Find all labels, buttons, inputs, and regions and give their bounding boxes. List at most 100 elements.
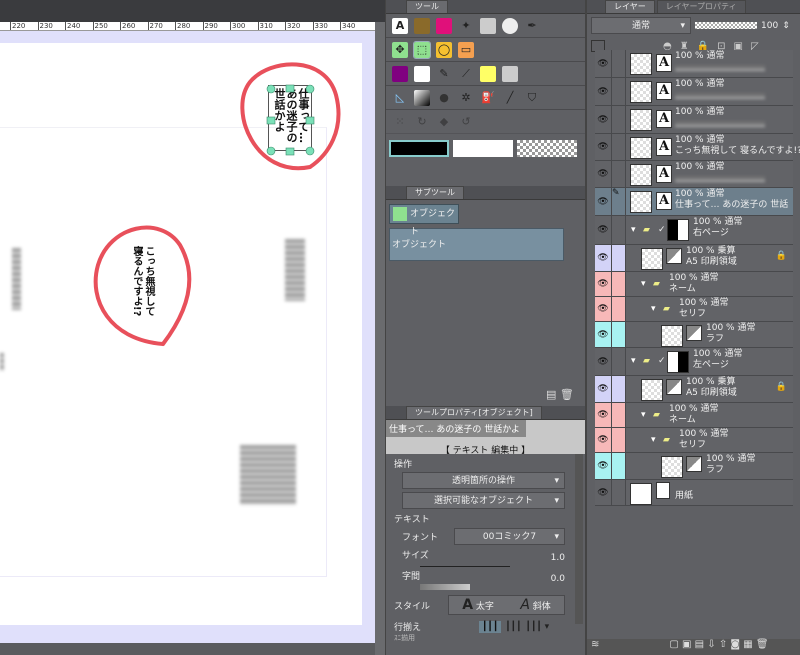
layer-edit-column[interactable] bbox=[611, 453, 626, 479]
tab-layer[interactable]: レイヤー bbox=[605, 0, 655, 13]
layer-edit-column[interactable] bbox=[611, 348, 626, 375]
expand-triangle-icon[interactable]: ▾ bbox=[651, 435, 656, 446]
layer-edit-column[interactable] bbox=[611, 322, 626, 347]
layer-name[interactable]: 右ページ bbox=[693, 228, 729, 239]
layer-edit-column[interactable]: ✎ bbox=[611, 188, 626, 215]
lasso-tool-icon[interactable]: ◯ bbox=[436, 41, 452, 58]
layer-row[interactable]: 👁 ▾ ▰ ✓ 100 % 通常 左ページ bbox=[595, 348, 793, 376]
visibility-eye-icon[interactable]: 👁 bbox=[595, 245, 611, 271]
visibility-eye-icon[interactable]: 👁 bbox=[595, 403, 611, 427]
tab-subtool[interactable]: サブツール bbox=[406, 186, 464, 199]
size-slider[interactable] bbox=[420, 564, 510, 567]
tab-tool[interactable]: ツール bbox=[406, 0, 448, 13]
expand-triangle-icon[interactable]: ▾ bbox=[631, 225, 636, 236]
layer-row[interactable]: 👁 A 100 % 通常 bbox=[595, 78, 793, 106]
lock-icon[interactable]: 🔒 bbox=[776, 382, 787, 393]
line-pen-icon[interactable]: ✒ bbox=[524, 18, 540, 34]
bucket-icon[interactable]: ⛉ bbox=[524, 90, 540, 106]
visibility-eye-icon[interactable]: 👁 bbox=[595, 161, 611, 187]
layer-edit-column[interactable] bbox=[611, 50, 626, 77]
expand-triangle-icon[interactable]: ▾ bbox=[631, 356, 636, 367]
marker-icon[interactable] bbox=[480, 65, 496, 82]
visibility-eye-icon[interactable]: 👁 bbox=[595, 322, 611, 347]
layer-edit-column[interactable] bbox=[611, 216, 626, 244]
layer-edit-column[interactable] bbox=[611, 272, 626, 296]
layer-name[interactable]: A5 印刷領域 bbox=[686, 388, 737, 399]
eraser2-icon[interactable] bbox=[502, 65, 518, 82]
size-value[interactable]: 1.0 bbox=[551, 553, 565, 563]
visibility-eye-icon[interactable]: 👁 bbox=[595, 216, 611, 244]
layer-row[interactable]: 👁 ▾ ▰ ✓ 100 % 通常 右ページ bbox=[595, 216, 793, 245]
layer-edit-column[interactable] bbox=[611, 134, 626, 160]
layer-edit-column[interactable] bbox=[611, 480, 626, 505]
flip-icon[interactable]: ◆ bbox=[436, 114, 452, 130]
object-tool-icon[interactable]: ⬚ bbox=[413, 40, 431, 59]
layer-row[interactable]: 👁 ▾ ▰ 100 % 通常 セリフ bbox=[595, 297, 793, 322]
layer-name[interactable]: ラフ bbox=[706, 465, 724, 476]
transparent-operation-dropdown[interactable]: 透明箇所の操作 bbox=[402, 472, 565, 489]
lock-icon[interactable]: 🔒 bbox=[776, 251, 787, 262]
opacity-value[interactable]: 100 bbox=[761, 21, 778, 31]
layer-name[interactable]: 左ページ bbox=[693, 360, 729, 371]
transparent-swatch[interactable] bbox=[517, 140, 577, 157]
layer-edit-column[interactable] bbox=[611, 245, 626, 271]
visibility-eye-icon[interactable]: 👁 bbox=[595, 188, 611, 215]
layer-row[interactable]: 👁 用紙 bbox=[595, 480, 793, 506]
layer-name[interactable]: ネーム bbox=[669, 284, 696, 295]
blend-mode-dropdown[interactable]: 通常 bbox=[591, 17, 691, 34]
sub-color-swatch[interactable] bbox=[453, 140, 513, 157]
tab-tool-property[interactable]: ツールプロパティ[オブジェクト] bbox=[406, 406, 542, 419]
layer-row[interactable]: 👁 ▾ ▰ 100 % 通常 セリフ bbox=[595, 428, 793, 453]
visibility-eye-icon[interactable]: 👁 bbox=[595, 78, 611, 105]
layer-row[interactable]: 👁 ✎ A 100 % 通常 仕事って… あの迷子の 世話 bbox=[595, 188, 793, 216]
tone-icon[interactable]: ✲ bbox=[458, 90, 474, 106]
layer-row[interactable]: 👁 ▾ ▰ 100 % 通常 ネーム bbox=[595, 272, 793, 297]
undo-icon[interactable]: ↺ bbox=[458, 114, 474, 130]
layer-name[interactable]: セリフ bbox=[679, 309, 706, 320]
pencil-icon[interactable] bbox=[414, 65, 430, 82]
layer-menu-icon[interactable]: ≋ bbox=[591, 639, 599, 650]
layer-name[interactable]: ラフ bbox=[706, 334, 724, 345]
align-center-button[interactable]: ┃┃┃ bbox=[501, 621, 525, 633]
brush-icon[interactable]: ✎ bbox=[436, 66, 452, 82]
layer-row[interactable]: 👁 A 100 % 通常 bbox=[595, 106, 793, 134]
visibility-eye-icon[interactable]: 👁 bbox=[595, 297, 611, 321]
visibility-eye-icon[interactable]: 👁 bbox=[595, 453, 611, 479]
layer-name[interactable]: 用紙 bbox=[675, 491, 693, 502]
layer-row[interactable]: 👁 A 100 % 通常 bbox=[595, 161, 793, 188]
layer-row[interactable]: 👁 100 % 乗算 A5 印刷領域 🔒 bbox=[595, 245, 793, 272]
eraser-icon[interactable] bbox=[480, 17, 496, 34]
wand-icon[interactable]: ✦ bbox=[458, 18, 474, 34]
visibility-eye-icon[interactable]: 👁 bbox=[595, 376, 611, 402]
layer-edit-column[interactable] bbox=[611, 428, 626, 452]
fill-icon[interactable]: ⛽ bbox=[480, 90, 496, 106]
line-icon[interactable]: ╱ bbox=[502, 90, 518, 106]
spacing-value[interactable]: 0.0 bbox=[551, 574, 565, 584]
align-top-button[interactable]: ┃┃┃ bbox=[479, 620, 502, 633]
new-layer-icon[interactable]: ▢ ▣ ▤ ⇩ ⇧ ◙ ▦ 🗑 bbox=[669, 639, 768, 650]
transform-icon[interactable]: ⁙ bbox=[392, 114, 408, 130]
layer-name[interactable]: A5 印刷領域 bbox=[686, 257, 737, 268]
layer-row[interactable]: 👁 100 % 通常 ラフ bbox=[595, 322, 793, 348]
opacity-slider[interactable] bbox=[695, 22, 757, 29]
blur-tool-icon[interactable]: ● bbox=[436, 90, 452, 106]
balloon-tool-icon[interactable] bbox=[502, 17, 518, 34]
visibility-eye-icon[interactable]: 👁 bbox=[595, 348, 611, 375]
airbrush-icon[interactable]: ⟋ bbox=[458, 66, 474, 82]
visibility-eye-icon[interactable]: 👁 bbox=[595, 272, 611, 296]
layer-name[interactable]: 仕事って… あの迷子の 世話 bbox=[675, 200, 788, 211]
pen-purple-icon[interactable] bbox=[392, 65, 408, 82]
visibility-eye-icon[interactable]: 👁 bbox=[595, 50, 611, 77]
main-color-swatch[interactable] bbox=[389, 140, 449, 157]
ruler-tool-icon[interactable]: ◺ bbox=[392, 90, 408, 106]
layer-edit-column[interactable] bbox=[611, 403, 626, 427]
visibility-eye-icon[interactable]: 👁 bbox=[595, 428, 611, 452]
tab-layer-property[interactable]: レイヤープロパティ bbox=[656, 0, 746, 13]
layer-name[interactable]: ネーム bbox=[669, 415, 696, 426]
expand-triangle-icon[interactable]: ▾ bbox=[641, 410, 646, 421]
layer-row[interactable]: 👁 A 100 % 通常 こっち無視して 寝るんですよ!? bbox=[595, 134, 800, 161]
layer-edit-column[interactable] bbox=[611, 376, 626, 402]
visibility-eye-icon[interactable]: 👁 bbox=[595, 134, 611, 160]
move-tool-icon[interactable]: ✥ bbox=[392, 41, 408, 58]
layer-row[interactable]: 👁 A 100 % 通常 bbox=[595, 50, 793, 78]
